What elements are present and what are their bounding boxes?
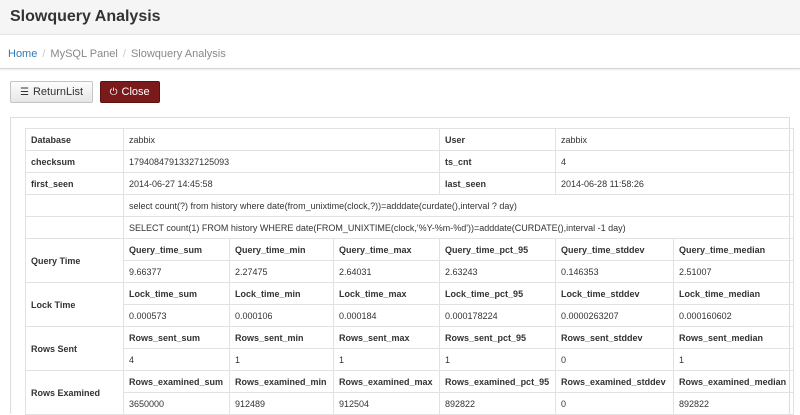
summary-row-database: Database zabbix User zabbix bbox=[25, 128, 795, 151]
metric-value: 0.000106 bbox=[229, 304, 334, 327]
sample-row: SELECT count(1) FROM history WHERE date(… bbox=[25, 216, 795, 239]
breadcrumb-mysql-panel: MySQL Panel bbox=[50, 48, 118, 60]
metric-value: 4 bbox=[123, 348, 230, 371]
breadcrumb-separator: / bbox=[122, 48, 126, 60]
fingerprint-blank bbox=[25, 194, 124, 217]
power-icon: ⏻ bbox=[109, 86, 118, 98]
breadcrumb: Home / MySQL Panel / Slowquery Analysis bbox=[0, 35, 800, 69]
metric-header: Lock_time_sum bbox=[123, 282, 230, 305]
rows-sent-label: Rows Sent bbox=[25, 326, 124, 371]
metric-value: 9.66377 bbox=[123, 260, 230, 283]
metric-header: Query_time_stddev bbox=[555, 238, 675, 261]
first-seen-label: first_seen bbox=[25, 172, 124, 195]
metric-value: 1 bbox=[673, 348, 795, 371]
metric-value: 892822 bbox=[439, 392, 557, 415]
sample-blank bbox=[25, 216, 124, 239]
first-seen-value: 2014-06-27 14:45:58 bbox=[122, 172, 441, 195]
return-list-label: ReturnList bbox=[32, 86, 84, 98]
rows-examined-label: Rows Examined bbox=[25, 370, 124, 415]
metric-header: Rows_examined_median bbox=[673, 370, 795, 393]
page-title: Slowquery Analysis bbox=[10, 8, 161, 25]
metric-header: Query_time_median bbox=[673, 238, 795, 261]
analysis-panel: Database zabbix User zabbix checksum 179… bbox=[10, 117, 795, 415]
lock-time-header-row: Lock Time Lock_time_sum Lock_time_min Lock_… bbox=[25, 282, 795, 327]
metric-header: Rows_examined_sum bbox=[123, 370, 230, 393]
metric-value: 892822 bbox=[673, 392, 795, 415]
query-time-value-row: 9.66377 2.27475 2.64031 2.63243 0.146353 2.51… bbox=[26, 260, 795, 283]
metric-header: Lock_time_median bbox=[673, 282, 795, 305]
metric-value: 0.000160602 bbox=[673, 304, 795, 327]
metric-header: Rows_sent_sum bbox=[123, 326, 230, 349]
page-header: Slowquery Analysis bbox=[0, 0, 800, 35]
metric-header: Lock_time_stddev bbox=[555, 282, 675, 305]
analysis-table: Database zabbix User zabbix checksum 179… bbox=[25, 128, 795, 415]
rows-sent-header-row: Rows Sent Rows_sent_sum Rows_sent_min Rows_… bbox=[25, 326, 795, 371]
breadcrumb-home-link[interactable]: Home bbox=[8, 48, 37, 60]
return-list-button[interactable]: ☰ ReturnList bbox=[10, 81, 94, 103]
checksum-value: 17940847913327125093 bbox=[122, 150, 441, 173]
metric-header: Lock_time_pct_95 bbox=[439, 282, 557, 305]
rows-examined-value-row: 3650000 912489 912504 892822 0 892822 bbox=[26, 392, 795, 415]
metric-value: 0.000573 bbox=[123, 304, 230, 327]
metric-header: Rows_sent_pct_95 bbox=[439, 326, 557, 349]
metric-header: Rows_examined_min bbox=[229, 370, 334, 393]
database-value: zabbix bbox=[122, 128, 441, 151]
metric-value: 0.000184 bbox=[332, 304, 441, 327]
summary-row-checksum: checksum 17940847913327125093 ts_cnt 4 bbox=[25, 150, 795, 173]
checksum-label: checksum bbox=[25, 150, 124, 173]
fingerprint-row: select count(?) from history where date(… bbox=[25, 194, 795, 217]
toolbar: ☰ ReturnList ⏻ Close bbox=[0, 69, 800, 117]
close-label: Close bbox=[121, 86, 150, 98]
metric-value: 0.146353 bbox=[555, 260, 675, 283]
metric-value: 0.0000263207 bbox=[555, 304, 675, 327]
metric-value: 1 bbox=[439, 348, 557, 371]
metric-value: 2.27475 bbox=[229, 260, 334, 283]
metric-header: Lock_time_max bbox=[332, 282, 441, 305]
query-time-header-row: Query Time Query_time_sum Query_time_min Qu… bbox=[25, 238, 795, 283]
metric-header: Query_time_pct_95 bbox=[439, 238, 557, 261]
metric-value: 1 bbox=[229, 348, 334, 371]
breadcrumb-separator: / bbox=[42, 48, 46, 60]
metric-header: Rows_examined_pct_95 bbox=[439, 370, 557, 393]
query-time-label: Query Time bbox=[25, 238, 124, 283]
metric-header: Query_time_sum bbox=[123, 238, 230, 261]
lock-time-label: Lock Time bbox=[25, 282, 124, 327]
query-sample: SELECT count(1) FROM history WHERE date(… bbox=[122, 216, 795, 239]
rows-sent-value-row: 411101 bbox=[26, 348, 795, 371]
query-fingerprint: select count(?) from history where date(… bbox=[122, 194, 795, 217]
user-label: User bbox=[439, 128, 557, 151]
breadcrumb-current: Slowquery Analysis bbox=[130, 48, 226, 60]
last-seen-value: 2014-06-28 11:58:26 bbox=[555, 172, 795, 195]
ts-cnt-value: 4 bbox=[555, 150, 795, 173]
metric-header: Rows_examined_stddev bbox=[555, 370, 675, 393]
metric-value: 2.51007 bbox=[673, 260, 795, 283]
user-value: zabbix bbox=[555, 128, 795, 151]
summary-row-seen: first_seen 2014-06-27 14:45:58 last_seen… bbox=[25, 172, 795, 195]
metric-value: 912489 bbox=[229, 392, 334, 415]
metric-value: 0.000178224 bbox=[439, 304, 557, 327]
lock-time-value-row: 0.000573 0.000106 0.000184 0.000178224 0.000… bbox=[26, 304, 795, 327]
metric-header: Rows_examined_max bbox=[332, 370, 441, 393]
metric-value: 2.64031 bbox=[332, 260, 441, 283]
metric-header: Lock_time_min bbox=[229, 282, 334, 305]
metric-header: Rows_sent_min bbox=[229, 326, 334, 349]
close-button[interactable]: ⏻ Close bbox=[99, 81, 160, 103]
database-label: Database bbox=[25, 128, 124, 151]
metric-header: Rows_sent_median bbox=[673, 326, 795, 349]
metric-header: Rows_sent_stddev bbox=[555, 326, 675, 349]
metric-value: 0 bbox=[555, 348, 675, 371]
metric-value: 1 bbox=[332, 348, 441, 371]
metrics-body: Query Time Query_time_sum Query_time_min Qu… bbox=[25, 238, 795, 415]
ts-cnt-label: ts_cnt bbox=[439, 150, 557, 173]
metric-value: 912504 bbox=[332, 392, 441, 415]
metric-header: Query_time_max bbox=[332, 238, 441, 261]
metric-value: 0 bbox=[555, 392, 675, 415]
metric-value: 2.63243 bbox=[439, 260, 557, 283]
metric-value: 3650000 bbox=[123, 392, 230, 415]
rows-examined-header-row: Rows Examined Rows_examined_sum Rows_exami… bbox=[25, 370, 795, 415]
metric-header: Query_time_min bbox=[229, 238, 334, 261]
list-icon: ☰ bbox=[20, 86, 29, 98]
metric-header: Rows_sent_max bbox=[332, 326, 441, 349]
last-seen-label: last_seen bbox=[439, 172, 557, 195]
